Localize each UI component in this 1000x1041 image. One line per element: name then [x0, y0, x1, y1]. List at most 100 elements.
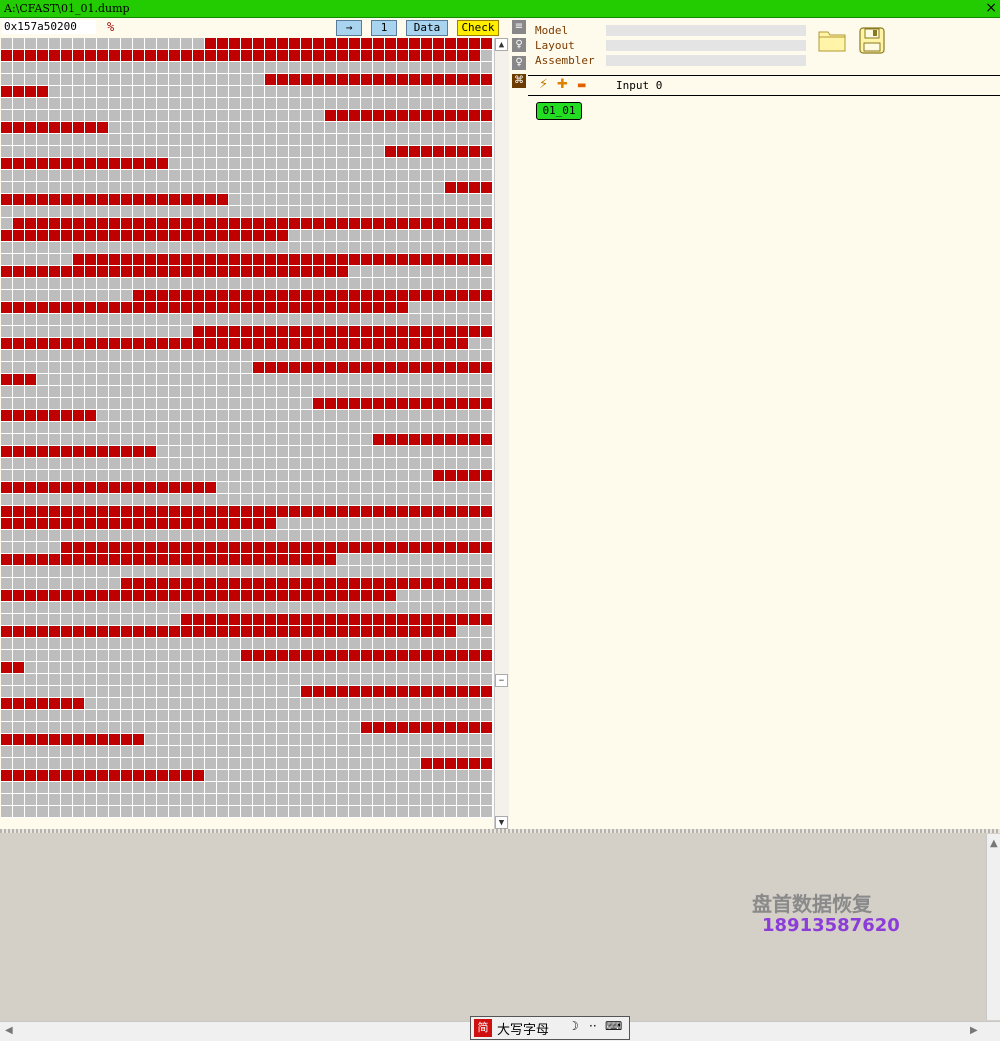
bitmap-cell[interactable] [481, 314, 492, 325]
bitmap-cell[interactable] [457, 734, 468, 745]
bitmap-cell[interactable] [169, 326, 180, 337]
bitmap-cell[interactable] [409, 626, 420, 637]
bitmap-cell[interactable] [325, 230, 336, 241]
bitmap-cell[interactable] [265, 710, 276, 721]
bitmap-cell[interactable] [37, 722, 48, 733]
bitmap-cell[interactable] [85, 758, 96, 769]
bitmap-cell[interactable] [73, 122, 84, 133]
bitmap-cell[interactable] [481, 266, 492, 277]
bitmap-cell[interactable] [445, 362, 456, 373]
bitmap-cell[interactable] [349, 50, 360, 61]
bitmap-cell[interactable] [97, 266, 108, 277]
bitmap-cell[interactable] [73, 458, 84, 469]
bitmap-cell[interactable] [205, 494, 216, 505]
bitmap-cell[interactable] [85, 626, 96, 637]
bitmap-cell[interactable] [13, 158, 24, 169]
bitmap-cell[interactable] [13, 806, 24, 817]
bitmap-cell[interactable] [409, 266, 420, 277]
bitmap-cell[interactable] [109, 194, 120, 205]
bitmap-cell[interactable] [181, 806, 192, 817]
bitmap-cell[interactable] [433, 290, 444, 301]
bitmap-cell[interactable] [469, 134, 480, 145]
bitmap-cell[interactable] [373, 590, 384, 601]
bitmap-cell[interactable] [37, 446, 48, 457]
bitmap-cell[interactable] [313, 386, 324, 397]
bitmap-cell[interactable] [445, 662, 456, 673]
bitmap-cell[interactable] [181, 698, 192, 709]
bitmap-cell[interactable] [49, 518, 60, 529]
bitmap-cell[interactable] [205, 266, 216, 277]
bitmap-cell[interactable] [229, 566, 240, 577]
bitmap-cell[interactable] [361, 806, 372, 817]
bitmap-cell[interactable] [385, 242, 396, 253]
bitmap-cell[interactable] [277, 170, 288, 181]
bitmap-cell[interactable] [25, 710, 36, 721]
bitmap-cell[interactable] [181, 350, 192, 361]
bitmap-cell[interactable] [265, 302, 276, 313]
bitmap-cell[interactable] [169, 302, 180, 313]
bitmap-cell[interactable] [85, 86, 96, 97]
bitmap-cell[interactable] [85, 326, 96, 337]
bitmap-cell[interactable] [61, 146, 72, 157]
bitmap-cell[interactable] [421, 374, 432, 385]
bitmap-cell[interactable] [37, 578, 48, 589]
bitmap-cell[interactable] [61, 314, 72, 325]
bitmap-cell[interactable] [121, 638, 132, 649]
bitmap-cell[interactable] [169, 506, 180, 517]
bitmap-cell[interactable] [289, 50, 300, 61]
bitmap-cell[interactable] [349, 746, 360, 757]
bitmap-cell[interactable] [433, 770, 444, 781]
bitmap-cell[interactable] [409, 146, 420, 157]
bitmap-cell[interactable] [145, 254, 156, 265]
bitmap-cell[interactable] [313, 266, 324, 277]
bitmap-cell[interactable] [421, 410, 432, 421]
bitmap-cell[interactable] [109, 290, 120, 301]
bitmap-cell[interactable] [481, 98, 492, 109]
bitmap-cell[interactable] [433, 122, 444, 133]
bitmap-cell[interactable] [121, 218, 132, 229]
bitmap-cell[interactable] [373, 686, 384, 697]
bitmap-cell[interactable] [481, 302, 492, 313]
bitmap-cell[interactable] [121, 518, 132, 529]
bitmap-cell[interactable] [1, 302, 12, 313]
bitmap-cell[interactable] [373, 638, 384, 649]
bitmap-cell[interactable] [13, 338, 24, 349]
bitmap-cell[interactable] [217, 602, 228, 613]
bitmap-cell[interactable] [289, 38, 300, 49]
bitmap-cell[interactable] [313, 410, 324, 421]
bitmap-cell[interactable] [193, 542, 204, 553]
bitmap-cell[interactable] [457, 422, 468, 433]
bitmap-cell[interactable] [325, 446, 336, 457]
bitmap-cell[interactable] [1, 158, 12, 169]
bitmap-cell[interactable] [361, 482, 372, 493]
bitmap-cell[interactable] [13, 638, 24, 649]
bitmap-cell[interactable] [481, 350, 492, 361]
bitmap-cell[interactable] [61, 710, 72, 721]
bitmap-cell[interactable] [265, 38, 276, 49]
bitmap-cell[interactable] [301, 758, 312, 769]
bitmap-cell[interactable] [73, 254, 84, 265]
bitmap-cell[interactable] [25, 206, 36, 217]
bitmap-cell[interactable] [13, 506, 24, 517]
bitmap-cell[interactable] [277, 98, 288, 109]
bitmap-cell[interactable] [109, 386, 120, 397]
bitmap-cell[interactable] [241, 374, 252, 385]
bitmap-cell[interactable] [361, 230, 372, 241]
bitmap-cell[interactable] [217, 182, 228, 193]
bitmap-cell[interactable] [193, 74, 204, 85]
bitmap-cell[interactable] [373, 410, 384, 421]
bitmap-cell[interactable] [433, 242, 444, 253]
bitmap-cell[interactable] [217, 122, 228, 133]
bitmap-cell[interactable] [385, 446, 396, 457]
bitmap-cell[interactable] [169, 362, 180, 373]
bitmap-cell[interactable] [301, 194, 312, 205]
bitmap-cell[interactable] [409, 110, 420, 121]
bitmap-cell[interactable] [73, 710, 84, 721]
bitmap-cell[interactable] [313, 434, 324, 445]
bitmap-cell[interactable] [97, 578, 108, 589]
bitmap-cell[interactable] [373, 182, 384, 193]
bitmap-cell[interactable] [433, 710, 444, 721]
bitmap-cell[interactable] [337, 470, 348, 481]
bitmap-cell[interactable] [397, 662, 408, 673]
bitmap-cell[interactable] [361, 554, 372, 565]
